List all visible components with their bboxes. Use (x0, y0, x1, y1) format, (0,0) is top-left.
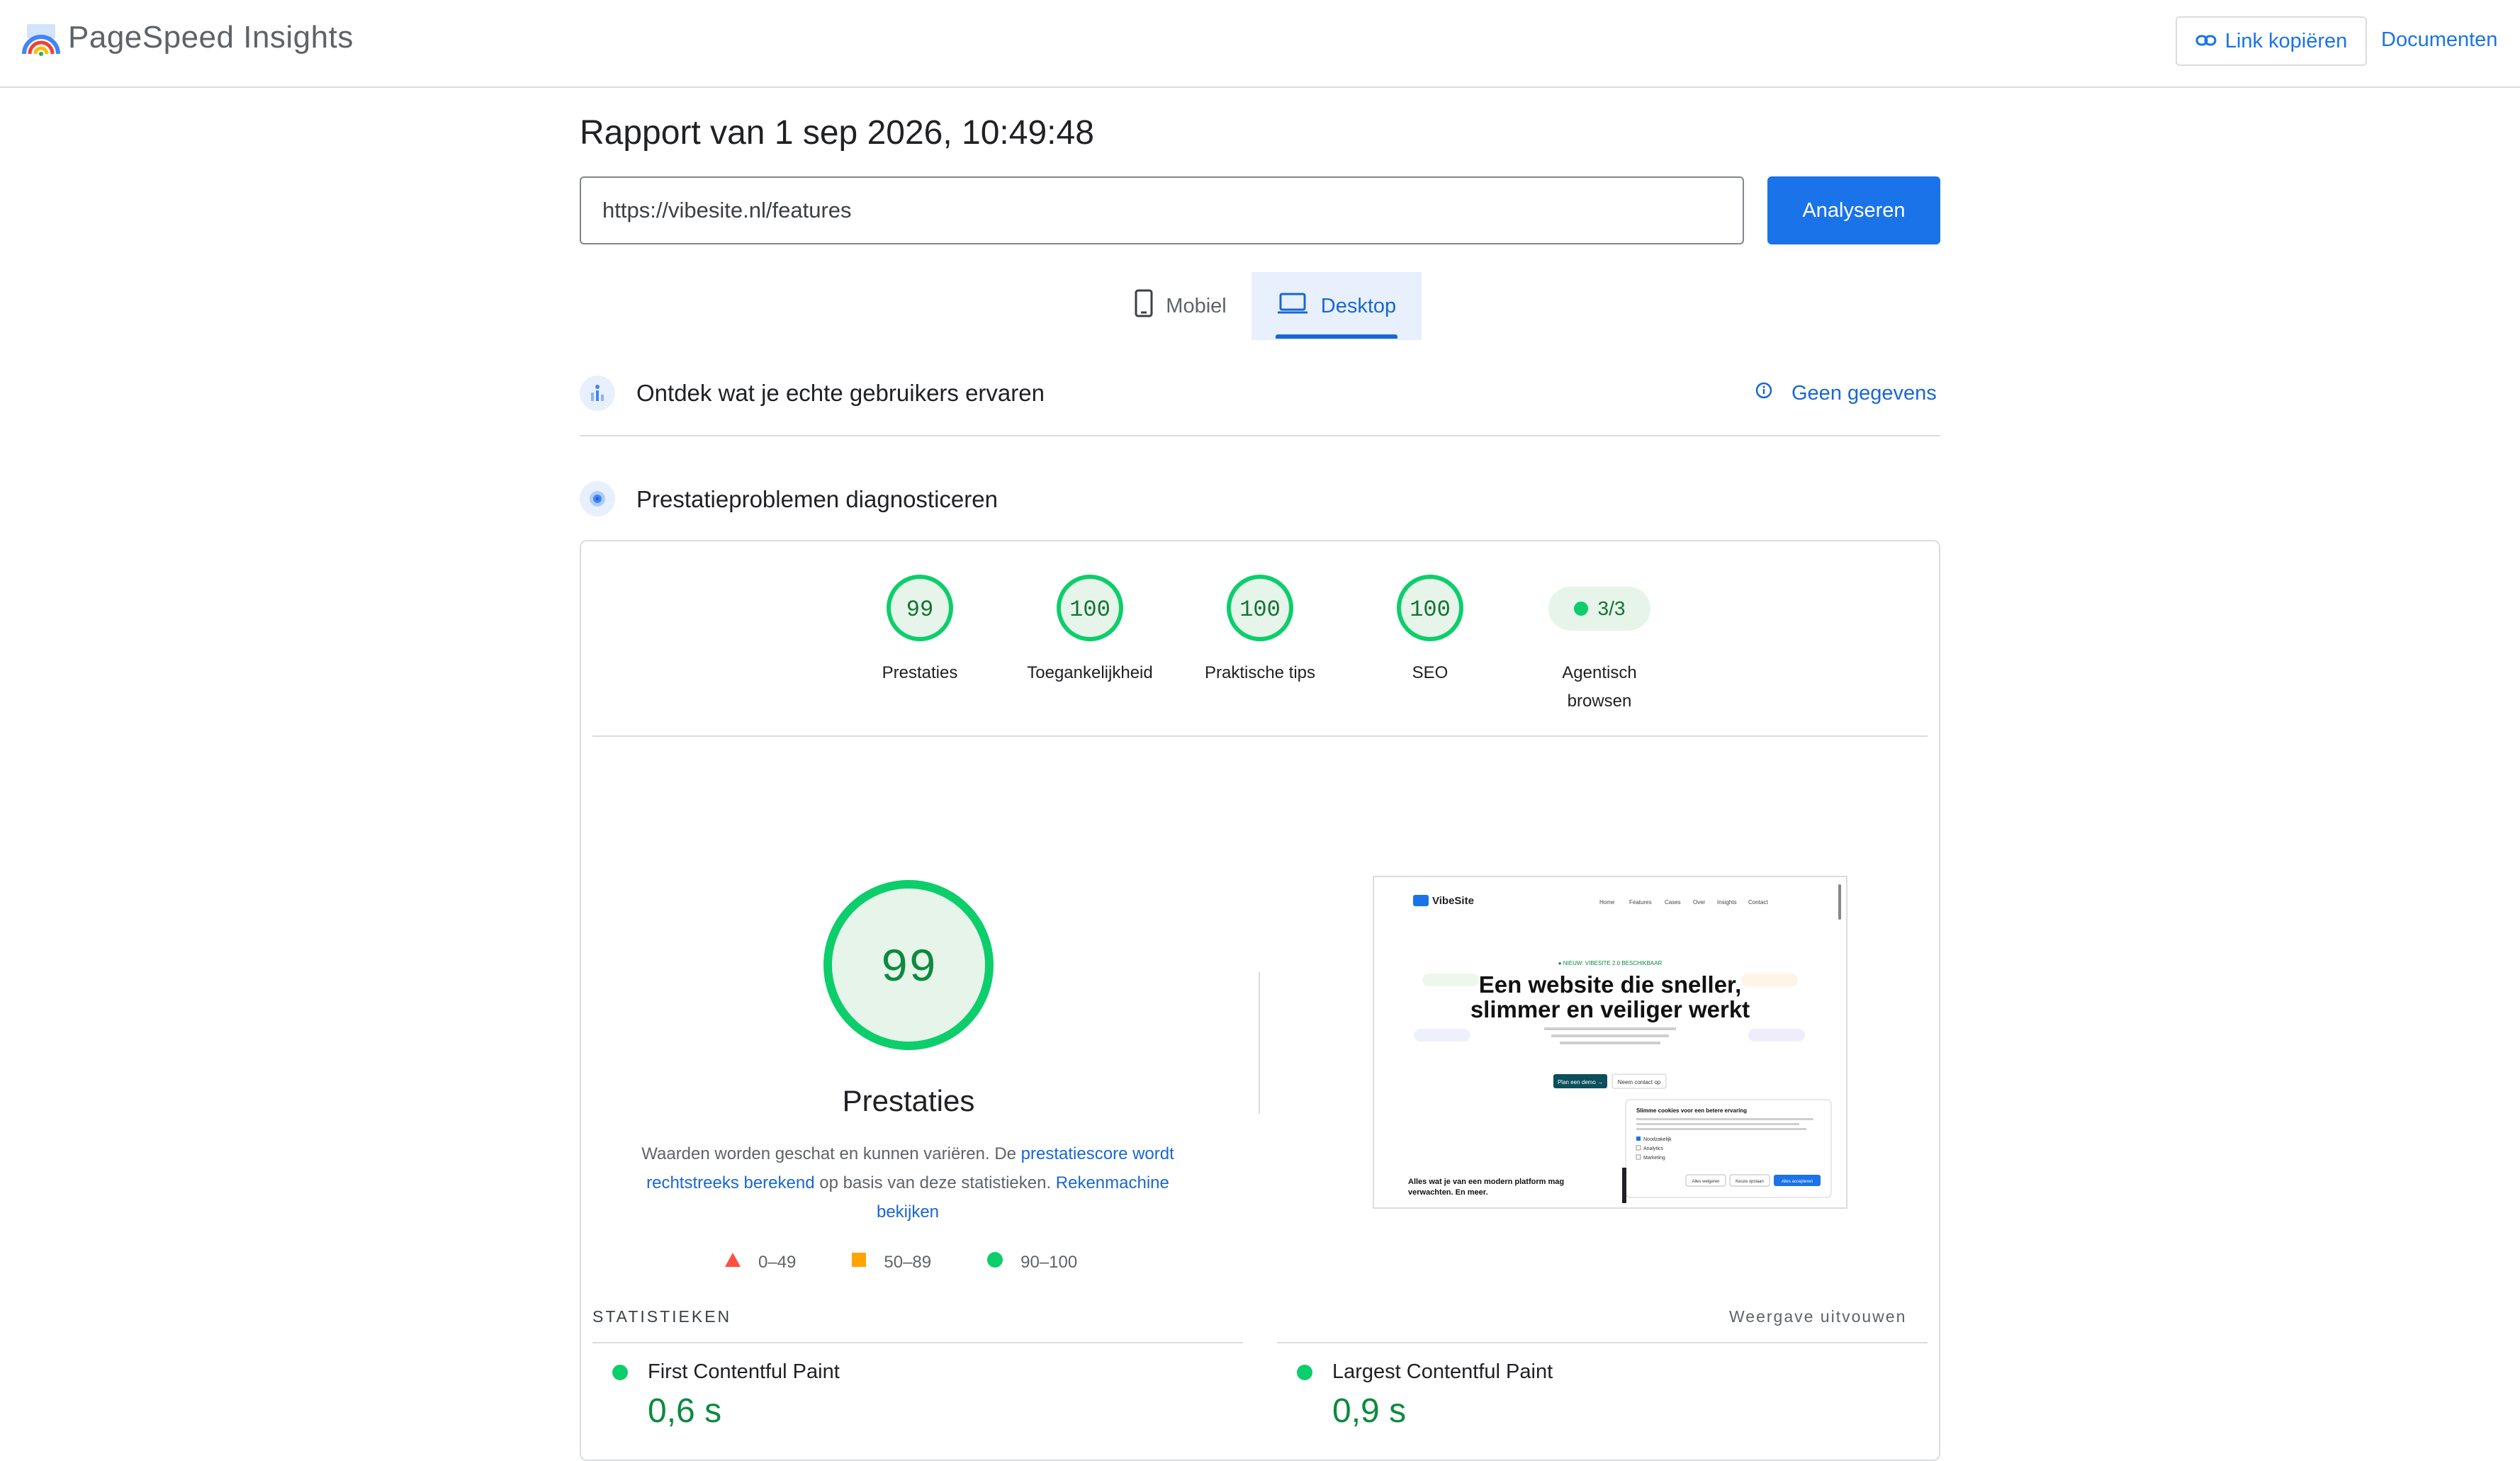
diagnostics-icon (580, 481, 615, 517)
agentic-label-line1: Agentisch (1562, 663, 1637, 682)
site-footer-text: Alles wat je van een modern platform mag (1408, 1178, 1564, 1186)
cookie-title: Slimme cookies voor een betere ervaring (1636, 1107, 1747, 1114)
lab-data-title: Prestatieproblemen diagnosticeren (636, 486, 998, 512)
cookie-option: Marketing (1643, 1156, 1665, 1161)
site-nav-item: Features (1629, 899, 1652, 906)
site-headline-1: Een website die sneller, (1479, 971, 1742, 998)
legend-range: 0–49 (758, 1252, 797, 1272)
stats-divider (592, 1342, 1243, 1343)
agentic-label-line2: browsen (1567, 692, 1632, 711)
pass-dot-icon (612, 1365, 628, 1380)
cookie-option: Noodzakelijk (1643, 1137, 1672, 1142)
section-divider (580, 435, 1940, 436)
performance-score-gauge: 99 (822, 879, 995, 1051)
score-gauge-best-practices[interactable]: 100 (1226, 574, 1294, 642)
docs-link[interactable]: Documenten (2381, 28, 2497, 52)
score-gauge-seo[interactable]: 100 (1396, 574, 1464, 642)
desc-text: op basis van deze statistieken. (814, 1173, 1056, 1192)
site-headline-2: slimmer en veiliger werkt (1470, 996, 1750, 1022)
legend-item-pass: 90–100 (986, 1251, 1077, 1273)
app-title: PageSpeed Insights (68, 20, 354, 55)
score-value: 100 (1410, 597, 1451, 623)
field-data-title: Ontdek wat je echte gebruikers ervaren (636, 380, 1045, 406)
no-data-status[interactable]: Geen gegevens (1755, 381, 1937, 405)
site-eyebrow: ● NIEUW: VIBESITE 2.0 BESCHIKBAAR (1558, 960, 1663, 966)
active-tab-indicator (1276, 334, 1397, 339)
pass-dot-icon (1573, 602, 1588, 616)
vertical-separator (1259, 972, 1260, 1114)
performance-description: Waarden worden geschat en kunnen variëre… (621, 1139, 1195, 1226)
url-input-value: https://vibesite.nl/features (602, 198, 852, 222)
cookie-button: Alles accepteren (1782, 1180, 1813, 1184)
phone-icon (1135, 289, 1153, 323)
score-gauge-accessibility[interactable]: 100 (1056, 574, 1124, 642)
copy-link-button[interactable]: Link kopiëren (2176, 16, 2367, 66)
category-label-best-practices: Praktische tips (1204, 663, 1316, 682)
metric-name-lcp: Largest Contentful Paint (1332, 1360, 1553, 1383)
legend-range: 50–89 (884, 1252, 932, 1272)
users-chart-icon (580, 376, 615, 411)
tab-mobile[interactable]: Mobiel (1110, 272, 1251, 340)
red-triangle-icon (724, 1252, 741, 1273)
category-label-seo: SEO (1412, 663, 1449, 682)
site-nav-item: Cases (1665, 899, 1681, 906)
url-input[interactable]: https://vibesite.nl/features (580, 176, 1744, 244)
green-circle-icon (986, 1251, 1003, 1273)
category-label-accessibility: Toegankelijkheid (1027, 663, 1153, 682)
pass-dot-icon (1297, 1365, 1312, 1380)
cookie-button: Keuze opslaan (1736, 1180, 1764, 1184)
link-icon (2195, 30, 2217, 53)
score-value: 100 (1069, 597, 1110, 623)
metric-name-fcp: First Contentful Paint (648, 1360, 840, 1383)
statistics-heading: STATISTIEKEN (592, 1307, 732, 1326)
agentic-value: 3/3 (1597, 597, 1626, 619)
analyze-button[interactable]: Analyseren (1767, 176, 1940, 244)
metric-value-lcp: 0,9 s (1332, 1392, 1407, 1430)
legend-item-fail: 0–49 (724, 1252, 796, 1273)
legend-item-average: 50–89 (851, 1252, 931, 1273)
site-nav-item: Insights (1717, 899, 1737, 906)
card-divider (592, 735, 1928, 737)
tab-desktop-label: Desktop (1320, 294, 1397, 317)
score-value: 99 (906, 597, 933, 623)
orange-square-icon (851, 1252, 867, 1273)
site-cta-secondary: Neem contact op (1618, 1079, 1661, 1085)
score-value: 100 (1239, 597, 1281, 623)
info-icon (1755, 381, 1773, 405)
copy-link-label: Link kopiëren (2224, 29, 2348, 52)
final-screenshot: VibeSite Home Features Cases Over Insigh… (1373, 876, 1847, 1209)
stats-divider (1277, 1342, 1928, 1343)
score-gauge-performance[interactable]: 99 (886, 574, 954, 642)
expand-view-toggle[interactable]: Weergave uitvouwen (1729, 1307, 1906, 1326)
site-brand: VibeSite (1432, 895, 1474, 907)
metric-value-fcp: 0,6 s (648, 1392, 722, 1430)
category-label-performance: Prestaties (882, 663, 958, 682)
site-nav-item: Home (1599, 899, 1615, 906)
laptop-icon (1277, 292, 1308, 320)
legend-range: 90–100 (1020, 1252, 1078, 1272)
score-legend: 0–49 50–89 90–100 (724, 1251, 1132, 1273)
no-data-label: Geen gegevens (1791, 381, 1937, 405)
performance-score-value: 99 (880, 942, 936, 995)
desc-text: Waarden worden geschat en kunnen variëre… (641, 1144, 1021, 1163)
top-header (0, 0, 2520, 88)
report-title: Rapport van 1 sep 2026, 10:49:48 (580, 114, 1094, 152)
agentic-browsing-badge[interactable]: 3/3 (1548, 587, 1650, 631)
site-nav-item: Contact (1748, 899, 1768, 906)
cookie-button: Alles weigeren (1692, 1180, 1719, 1184)
cookie-option: Analytics (1643, 1146, 1664, 1151)
site-cta-primary: Plan een demo → (1558, 1079, 1603, 1085)
category-label-agentic: Agentisch browsen (1514, 659, 1684, 716)
tab-mobile-label: Mobiel (1166, 294, 1227, 317)
tab-desktop[interactable]: Desktop (1251, 272, 1422, 340)
site-footer-text: verwachten. En meer. (1408, 1188, 1488, 1197)
performance-label: Prestaties (842, 1084, 975, 1117)
site-nav-item: Over (1693, 899, 1706, 906)
pagespeed-logo-icon (21, 23, 61, 58)
